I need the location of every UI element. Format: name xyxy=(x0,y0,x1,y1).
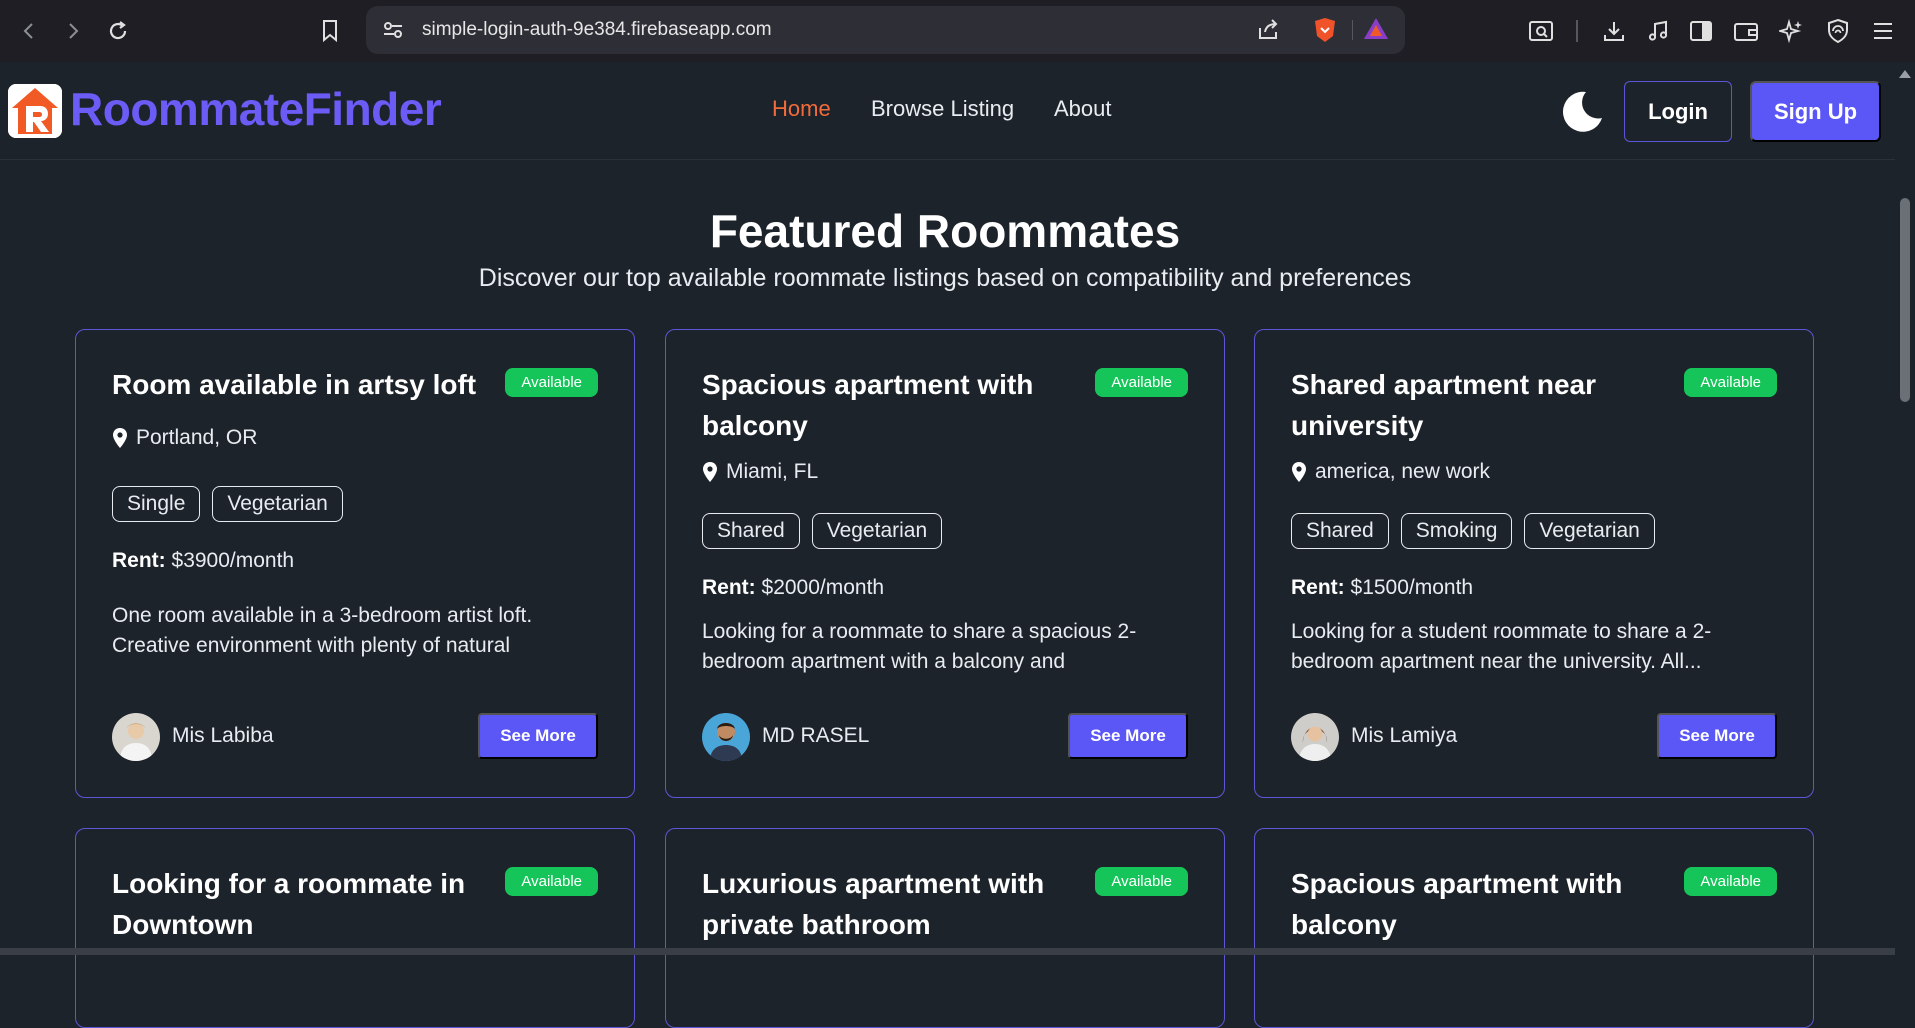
listing-card: Looking for a roommate in Downtown Avail… xyxy=(75,828,635,1028)
listing-title: Room available in artsy loft xyxy=(112,369,477,400)
address-bar[interactable]: simple-login-auth-9e384.firebaseapp.com xyxy=(366,6,1405,54)
listing-card: Shared apartment near university Availab… xyxy=(1254,329,1814,798)
location-pin-icon xyxy=(1292,462,1306,482)
listing-location: Portland, OR xyxy=(112,426,257,450)
avatar xyxy=(702,713,750,761)
bookmark-icon[interactable] xyxy=(313,14,347,48)
status-badge: Available xyxy=(505,867,598,896)
owner-name: MD RASEL xyxy=(762,724,870,747)
logo-icon[interactable] xyxy=(8,84,62,138)
tag-list: Shared Smoking Vegetarian xyxy=(1291,513,1655,549)
listing-title: Spacious apartment with balcony xyxy=(702,369,1034,441)
listing-location: Miami, FL xyxy=(702,460,818,484)
location-text: Miami, FL xyxy=(726,460,819,483)
rent-info: Rent: $3900/month xyxy=(112,549,294,573)
listing-title: Shared apartment near university xyxy=(1291,369,1596,441)
moon-icon[interactable] xyxy=(1556,88,1604,136)
tag-chip: Vegetarian xyxy=(1524,513,1655,549)
horizontal-scroll-track xyxy=(0,948,1895,955)
brave-shield-icon[interactable] xyxy=(1312,16,1338,48)
toolbar-divider xyxy=(1576,20,1578,42)
rent-info: Rent: $2000/month xyxy=(702,576,884,600)
status-badge: Available xyxy=(1095,368,1188,397)
location-pin-icon xyxy=(113,428,127,448)
address-divider xyxy=(1352,20,1353,40)
vpn-icon[interactable] xyxy=(1821,14,1855,48)
nav-about[interactable]: About xyxy=(1054,96,1112,122)
owner-name: Mis Lamiya xyxy=(1351,724,1458,747)
listing-card: Spacious apartment with balcony Availabl… xyxy=(1254,828,1814,1028)
listing-description: Looking for a student roommate to share … xyxy=(1291,620,1712,673)
tag-chip: Vegetarian xyxy=(212,486,343,522)
tag-chip: Smoking xyxy=(1400,513,1513,549)
url-text: simple-login-auth-9e384.firebaseapp.com xyxy=(422,19,772,40)
listing-title: Luxurious apartment with private bathroo… xyxy=(702,868,1045,940)
rent-value: $2000/month xyxy=(761,576,885,599)
tag-list: Single Vegetarian xyxy=(112,486,343,522)
wallet-icon[interactable] xyxy=(1729,14,1763,48)
rent-label: Rent: xyxy=(702,576,756,599)
site-settings-icon[interactable] xyxy=(382,20,404,44)
listing-title: Looking for a roommate in Downtown xyxy=(112,868,466,940)
nav-browse-listing[interactable]: Browse Listing xyxy=(871,96,1014,122)
section-subtitle: Discover our top available roommate list… xyxy=(478,264,1412,292)
brand-name[interactable]: RoommateFinder xyxy=(70,82,442,136)
rent-label: Rent: xyxy=(112,549,166,572)
rent-label: Rent: xyxy=(1291,576,1345,599)
avatar xyxy=(1291,713,1339,761)
listing-description: Looking for a roommate to share a spacio… xyxy=(702,620,1137,673)
status-badge: Available xyxy=(505,368,598,397)
status-badge: Available xyxy=(1095,867,1188,896)
status-badge: Available xyxy=(1684,867,1777,896)
listing-title: Spacious apartment with balcony xyxy=(1291,868,1623,940)
rent-info: Rent: $1500/month xyxy=(1291,576,1473,600)
back-icon[interactable] xyxy=(12,14,46,48)
see-more-button[interactable]: See More xyxy=(1068,713,1188,759)
owner-name: Mis Labiba xyxy=(172,724,274,747)
see-more-button[interactable]: See More xyxy=(1657,713,1777,759)
listing-description: One room available in a 3-bedroom artist… xyxy=(112,604,533,657)
location-pin-icon xyxy=(703,462,717,482)
sidebar-icon[interactable] xyxy=(1684,14,1718,48)
tag-chip: Shared xyxy=(1291,513,1389,549)
browser-toolbar: simple-login-auth-9e384.firebaseapp.com xyxy=(0,0,1915,62)
tag-list: Shared Vegetarian xyxy=(702,513,943,549)
reload-icon[interactable] xyxy=(101,14,135,48)
location-text: america, new work xyxy=(1315,460,1491,483)
login-button[interactable]: Login xyxy=(1624,81,1732,142)
nav-home[interactable]: Home xyxy=(772,96,831,122)
listing-card: Luxurious apartment with private bathroo… xyxy=(665,828,1225,1028)
download-icon[interactable] xyxy=(1597,14,1631,48)
music-icon[interactable] xyxy=(1641,14,1675,48)
avatar xyxy=(112,713,160,761)
status-badge: Available xyxy=(1684,368,1777,397)
location-text: Portland, OR xyxy=(136,426,258,449)
reader-mode-icon[interactable] xyxy=(1524,14,1558,48)
signup-button[interactable]: Sign Up xyxy=(1750,81,1881,142)
rent-value: $3900/month xyxy=(171,549,295,572)
see-more-button[interactable]: See More xyxy=(478,713,598,759)
site-navbar: RoommateFinder Home Browse Listing About… xyxy=(0,62,1895,160)
page-scrollbar[interactable] xyxy=(1895,62,1915,955)
leo-ai-icon[interactable] xyxy=(1774,14,1808,48)
forward-icon[interactable] xyxy=(56,14,90,48)
tag-chip: Shared xyxy=(702,513,800,549)
brave-rewards-icon[interactable] xyxy=(1362,16,1390,46)
menu-icon[interactable] xyxy=(1866,14,1900,48)
share-icon[interactable] xyxy=(1256,18,1280,46)
section-title: Featured Roommates xyxy=(709,205,1181,257)
rent-value: $1500/month xyxy=(1350,576,1474,599)
scroll-thumb[interactable] xyxy=(1900,198,1910,402)
listing-card: Room available in artsy loft Available P… xyxy=(75,329,635,798)
tag-chip: Single xyxy=(112,486,201,522)
scroll-up-icon[interactable] xyxy=(1899,70,1911,78)
listing-location: america, new work xyxy=(1291,460,1490,484)
tag-chip: Vegetarian xyxy=(811,513,943,549)
listing-card: Spacious apartment with balcony Availabl… xyxy=(665,329,1225,798)
